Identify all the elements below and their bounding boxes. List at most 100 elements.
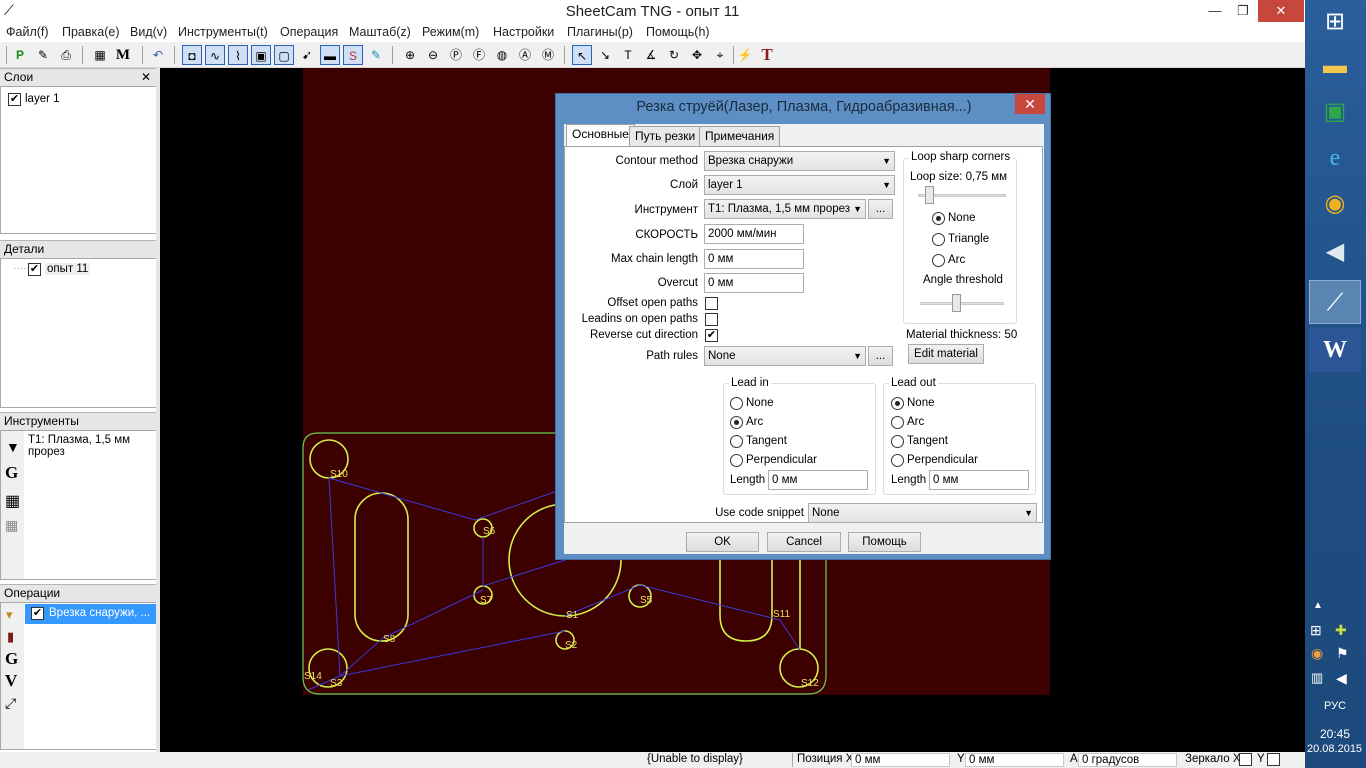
tool-select[interactable]: T1: Плазма, 1,5 мм прорез ▼ [704,199,866,219]
path-rules-label: Path rules [646,350,698,362]
chrome-icon[interactable]: ◉ [1309,182,1361,226]
lead-in-arc-label: Arc [746,416,764,428]
lead-out-perpendicular-radio[interactable] [891,454,904,467]
angle-threshold-track [920,302,1004,305]
loop-arc-label: Arc [948,254,966,266]
chevron-down-icon: ▼ [882,180,891,190]
addon-tray-icon[interactable]: ✚ [1335,622,1347,639]
language-indicator[interactable]: РУС [1324,700,1346,712]
help-button[interactable]: Помощь [848,532,921,552]
lead-in-tangent-label: Tangent [746,435,787,447]
rapid-2 [482,537,566,587]
word-icon[interactable]: W [1309,328,1361,372]
reverse-checkbox[interactable]: ✔ [705,329,718,342]
lead-out-arc-radio[interactable] [891,416,904,429]
chevron-down-icon: ▼ [882,156,891,166]
sheetcam-icon[interactable]: ⟋ [1309,280,1361,324]
angle-threshold-label: Angle threshold [923,274,1003,286]
loop-size-label: Loop size: 0,75 мм [910,171,1008,183]
lead-in-title: Lead in [729,377,771,389]
lead-out-none-radio[interactable] [891,397,904,410]
label-s6: S6 [483,526,496,537]
snippet-label: Use code snippet [715,507,804,519]
a-label: A [1070,753,1078,765]
lead-in-arc-radio[interactable] [730,416,743,429]
contour-method-select[interactable]: Врезка снаружи ▼ [704,151,895,171]
loop-triangle-radio[interactable] [932,233,945,246]
path-rules-browse-button[interactable]: ... [868,346,893,366]
ie-icon[interactable]: e [1309,136,1361,180]
speaker-icon[interactable]: ◀ [1309,230,1361,274]
volume-icon[interactable]: ◀ [1336,670,1347,687]
label-s10: S10 [330,469,348,480]
leadins-open-label: Leadins on open paths [581,313,698,325]
overcut-label: Overcut [657,277,698,289]
contour-method-label: Contour method [615,155,698,167]
lead-out-arc-label: Arc [907,416,925,428]
position-x-field: 0 мм [851,753,950,767]
lead-in-perpendicular-label: Perpendicular [746,454,817,466]
chevron-down-icon: ▼ [1024,508,1033,518]
tab-notes[interactable]: Примечания [699,126,781,146]
edit-material-button[interactable]: Edit material [908,344,984,364]
dialog-title: Резка струёй(Лазер, Плазма, Гидроабразив… [636,99,972,115]
speed-input[interactable]: 2000 мм/мин [704,224,804,244]
flag-icon[interactable]: ⚑ [1336,645,1349,662]
lead-out-perpendicular-label: Perpendicular [907,454,978,466]
lead-in-tangent-radio[interactable] [730,435,743,448]
start-button[interactable]: ⊞ [1309,0,1361,44]
loop-none-label: None [948,212,976,224]
mirror-y-checkbox[interactable] [1267,753,1280,766]
lead-out-tangent-radio[interactable] [891,435,904,448]
reverse-label: Reverse cut direction [589,329,698,341]
loop-none-radio[interactable] [932,212,945,225]
slot-left [354,492,409,642]
browser-tray-icon[interactable]: ◉ [1311,645,1323,662]
loop-size-slider[interactable] [925,186,934,204]
chevron-down-icon: ▼ [853,351,862,361]
label-s2: S2 [565,640,578,651]
mirror-y-label: Y [1257,753,1265,765]
windows-tray-icon[interactable]: ⊞ [1310,622,1322,639]
dialog-close-button[interactable]: ✕ [1015,94,1045,114]
snippet-select[interactable]: None ▼ [808,503,1037,523]
label-s14: S14 [304,671,322,682]
overcut-input[interactable]: 0 мм [704,273,804,293]
angle-threshold-slider[interactable] [952,294,961,312]
lead-out-length-input[interactable]: 0 мм [929,470,1029,490]
tool-browse-button[interactable]: ... [868,199,893,219]
rapid-3 [564,584,801,651]
explorer-icon[interactable]: ▬ [1309,44,1361,88]
mirror-x-checkbox[interactable] [1239,753,1252,766]
cancel-button[interactable]: Cancel [767,532,841,552]
lead-out-tangent-label: Tangent [907,435,948,447]
loop-triangle-label: Triangle [948,233,990,245]
ok-button[interactable]: OK [686,532,759,552]
lead-in-perpendicular-radio[interactable] [730,454,743,467]
path-rules-select[interactable]: None ▼ [704,346,866,366]
speed-label: СКОРОСТЬ [635,229,698,241]
offset-open-checkbox[interactable] [705,297,718,310]
network-icon[interactable]: ▥ [1311,670,1323,686]
max-chain-input[interactable]: 0 мм [704,249,804,269]
lead-in-length-input[interactable]: 0 мм [768,470,868,490]
clock-date[interactable]: 20.08.2015 [1307,743,1362,755]
lead-in-none-radio[interactable] [730,397,743,410]
mirror-x-label: Зеркало X [1185,753,1241,765]
tray-arrow-icon[interactable]: ▲ [1313,600,1323,611]
position-x-label: Позиция X [797,753,854,765]
max-chain-label: Max chain length [611,253,698,265]
chevron-down-icon: ▼ [853,204,862,214]
tab-basic[interactable]: Основные [566,124,635,147]
tool-label: Инструмент [634,204,698,216]
lead-out-title: Lead out [889,377,938,389]
layer-select[interactable]: layer 1 ▼ [704,175,895,195]
store-icon[interactable]: ▣ [1309,90,1361,134]
loop-arc-radio[interactable] [932,254,945,267]
leadins-open-checkbox[interactable] [705,313,718,326]
clock-time[interactable]: 20:45 [1320,727,1350,741]
status-bar: {Unable to display} Позиция X 0 мм Y 0 м… [0,752,1305,768]
y-field: 0 мм [965,753,1064,767]
tab-cut-path[interactable]: Путь резки [629,126,702,146]
label-s11: S11 [773,609,790,620]
